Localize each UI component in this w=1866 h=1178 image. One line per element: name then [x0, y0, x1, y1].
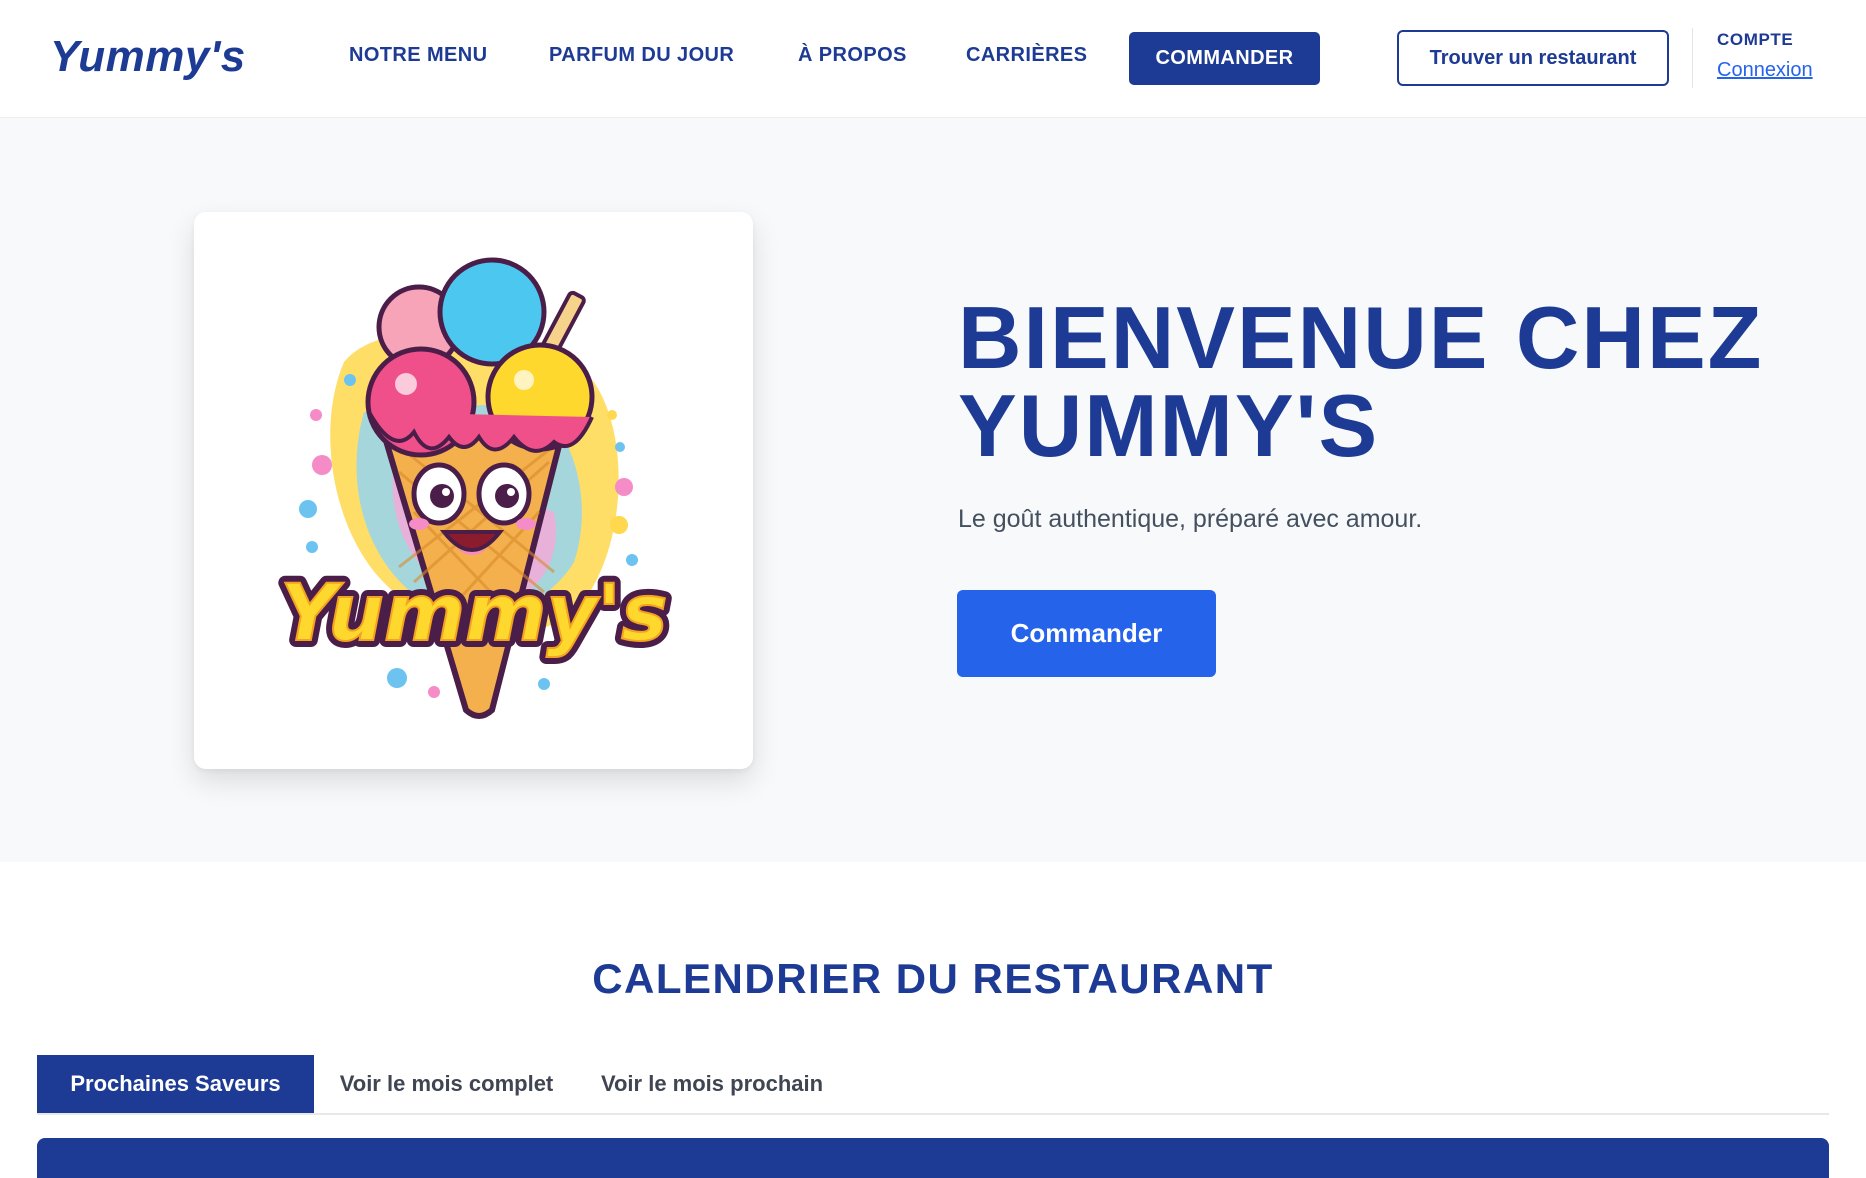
brand-logo[interactable]: Yummy's	[50, 32, 246, 82]
calendar-panel-header	[37, 1138, 1829, 1178]
hero-subtitle: Le goût authentique, préparé avec amour.	[958, 505, 1423, 533]
calendar-section-title: CALENDRIER DU RESTAURANT	[592, 955, 1274, 1002]
nav-item-notre-menu[interactable]: NOTRE MENU	[349, 44, 487, 67]
hero-logo-card: Yummy's Yummy's	[194, 212, 753, 769]
ice-cream-logo-image: Yummy's Yummy's	[273, 257, 675, 719]
tab-prochaines-saveurs[interactable]: Prochaines Saveurs	[37, 1055, 314, 1113]
account-label: COMPTE	[1717, 30, 1794, 49]
nav-commander-button[interactable]: COMMANDER	[1129, 32, 1320, 85]
hero-title: BIENVENUE CHEZ YUMMY'S	[958, 288, 1764, 475]
tab-mois-complet[interactable]: Voir le mois complet	[314, 1055, 579, 1113]
site-header: Yummy's NOTRE MENU PARFUM DU JOUR À PROP…	[0, 0, 1866, 118]
nav-item-carrieres[interactable]: CARRIÈRES	[966, 44, 1087, 67]
find-restaurant-button[interactable]: Trouver un restaurant	[1397, 30, 1669, 86]
nav-item-a-propos[interactable]: À PROPOS	[798, 44, 907, 67]
hero-section: Yummy's Yummy's BIENVENUE CHEZ YUMMY'S L…	[0, 118, 1866, 862]
calendar-tabs: Prochaines Saveurs Voir le mois complet …	[37, 1055, 1829, 1115]
svg-text:Yummy's: Yummy's	[280, 569, 667, 659]
nav-item-parfum-du-jour[interactable]: PARFUM DU JOUR	[549, 44, 734, 67]
header-divider	[1692, 28, 1693, 88]
login-link[interactable]: Connexion	[1717, 59, 1813, 82]
tab-mois-prochain[interactable]: Voir le mois prochain	[579, 1055, 845, 1113]
hero-commander-button[interactable]: Commander	[957, 590, 1216, 677]
